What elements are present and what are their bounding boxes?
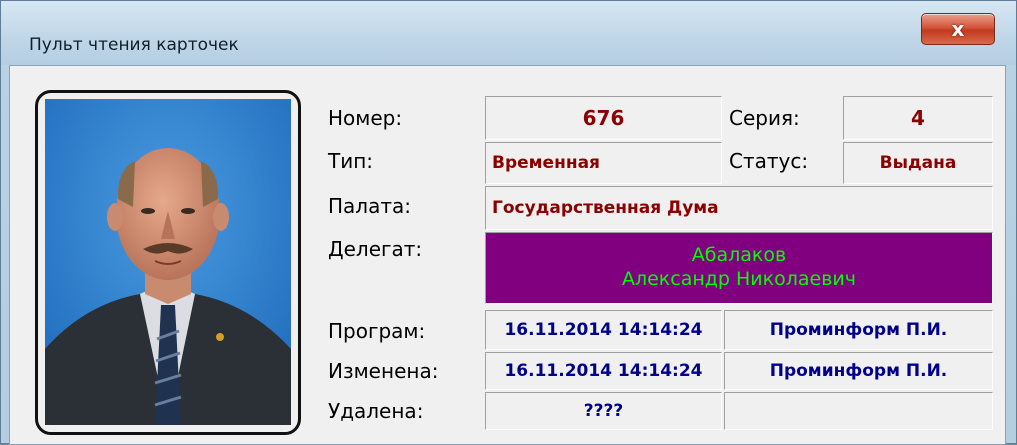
chamber-label: Палата: [328, 194, 411, 218]
window-title: Пульт чтения карточек [29, 35, 239, 55]
series-value: 4 [843, 96, 993, 140]
status-value: Выдана [843, 142, 993, 184]
changed-label: Изменена: [328, 359, 439, 383]
changed-date: 16.11.2014 14:14:24 [485, 352, 722, 390]
programmed-date: 16.11.2014 14:14:24 [485, 310, 722, 350]
changed-by: Проминформ П.И. [724, 352, 993, 390]
deleted-by [724, 392, 993, 430]
number-label: Номер: [328, 106, 403, 130]
close-button[interactable]: x [921, 13, 995, 45]
close-icon: x [951, 17, 965, 41]
type-value: Временная [485, 142, 722, 184]
programmed-label: Програм: [328, 319, 426, 343]
series-label: Серия: [729, 106, 800, 130]
programmed-by: Проминформ П.И. [724, 310, 993, 350]
number-text: 676 [582, 106, 625, 130]
deleted-date: ???? [485, 392, 722, 430]
status-label: Статус: [729, 149, 809, 173]
title-bar[interactable]: Пульт чтения карточек x [1, 1, 1016, 65]
programmed-by-text: Проминформ П.И. [769, 320, 948, 340]
delegate-photo [45, 99, 291, 425]
programmed-date-text: 16.11.2014 14:14:24 [504, 320, 703, 340]
delegate-first-names: Александр Николаевич [621, 268, 857, 290]
delegate-label: Делегат: [328, 237, 423, 261]
delegate-value: Абалаков Александр Николаевич [485, 232, 993, 304]
series-text: 4 [911, 106, 925, 130]
portrait-image [45, 99, 291, 425]
status-text: Выдана [879, 153, 957, 173]
deleted-label: Удалена: [328, 399, 424, 423]
delegate-last-name: Абалаков [691, 244, 787, 267]
deleted-date-text: ???? [583, 401, 624, 421]
chamber-value: Государственная Дума [485, 186, 993, 230]
changed-date-text: 16.11.2014 14:14:24 [504, 361, 703, 381]
changed-by-text: Проминформ П.И. [769, 361, 948, 381]
number-value: 676 [485, 96, 722, 140]
chamber-text: Государственная Дума [492, 198, 719, 218]
card-reader-window: Пульт чтения карточек x Номер: 676 Серия… [0, 0, 1017, 445]
type-text: Временная [492, 153, 600, 173]
type-label: Тип: [328, 149, 374, 173]
